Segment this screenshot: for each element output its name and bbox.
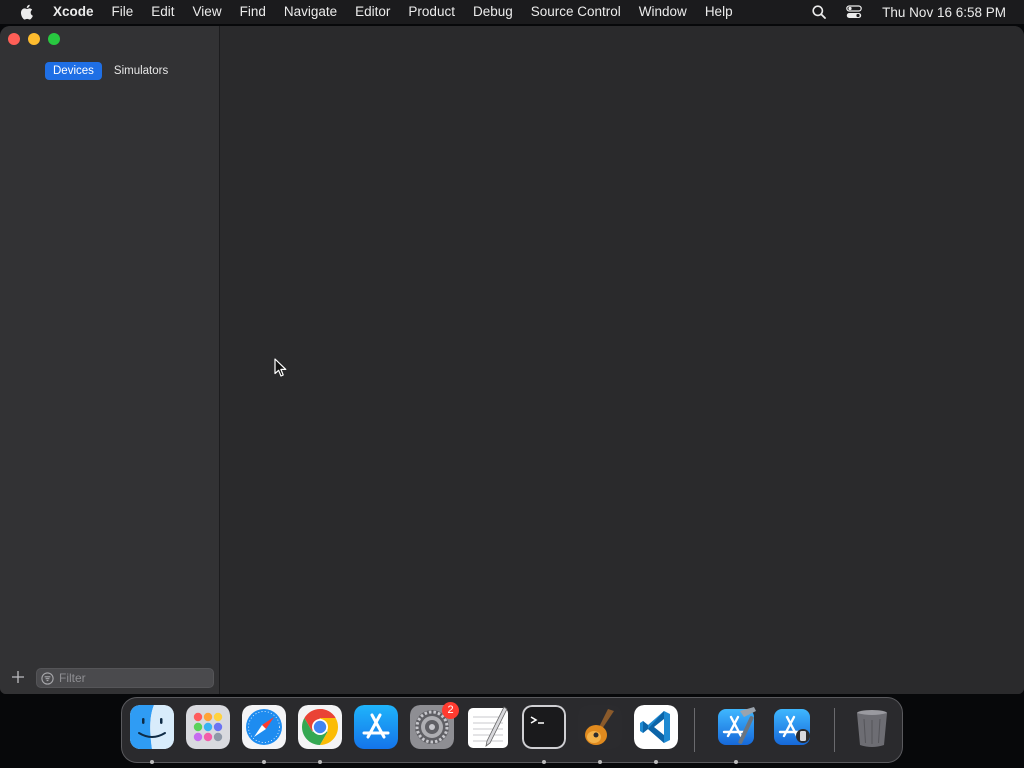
dock-item-terminal[interactable] [522,705,566,764]
dock-item-textedit[interactable] [466,705,510,753]
sidebar-footer [0,666,219,690]
dock-item-simulator[interactable] [770,705,814,753]
menu-navigate[interactable]: Navigate [275,0,346,24]
simulator-icon [770,705,814,749]
window-controls [8,33,60,45]
control-center-icon[interactable] [846,5,862,19]
zoom-button[interactable] [48,33,60,45]
menu-debug[interactable]: Debug [464,0,522,24]
dock-item-app-store[interactable] [354,705,398,753]
minimize-button[interactable] [28,33,40,45]
finder-icon [130,705,174,749]
terminal-icon [522,705,566,749]
dock: 2 [121,697,903,764]
filter-input[interactable] [59,671,209,685]
menu-product[interactable]: Product [399,0,464,24]
textedit-icon [466,705,510,749]
running-indicator [542,760,546,764]
running-indicator [654,760,658,764]
filter-icon [41,671,54,685]
dock-item-trash[interactable] [850,705,894,753]
detail-pane [220,26,1024,694]
menu-find[interactable]: Find [231,0,275,24]
xcode-icon [714,705,758,749]
dock-item-finder[interactable] [130,705,174,764]
dock-item-system-settings[interactable]: 2 [410,702,459,753]
notification-badge: 2 [442,702,459,719]
mouse-pointer-icon [274,358,288,378]
launchpad-icon [186,705,230,749]
menu-window[interactable]: Window [630,0,696,24]
dock-item-vscode[interactable] [634,705,678,764]
dock-item-garageband[interactable] [578,705,622,764]
filter-field[interactable] [36,668,214,688]
apple-logo-icon[interactable] [19,4,35,20]
trash-icon [850,705,894,749]
menu-editor[interactable]: Editor [346,0,399,24]
menu-edit[interactable]: Edit [142,0,183,24]
tab-simulators[interactable]: Simulators [106,62,176,80]
running-indicator [150,760,154,764]
menu-source-control[interactable]: Source Control [522,0,630,24]
menu-bar: Xcode File Edit View Find Navigate Edito… [0,0,1024,24]
safari-icon [242,705,286,749]
running-indicator [318,760,322,764]
dock-item-xcode[interactable] [714,705,758,764]
running-indicator [262,760,266,764]
running-indicator [734,760,738,764]
sidebar: Devices Simulators [0,26,220,694]
vscode-icon [634,705,678,749]
plus-icon[interactable] [10,669,26,685]
menu-help[interactable]: Help [696,0,742,24]
dock-separator [834,708,835,752]
menu-view[interactable]: View [184,0,231,24]
chrome-icon [298,705,342,749]
running-indicator [598,760,602,764]
menu-bar-clock[interactable]: Thu Nov 16 6:58 PM [882,5,1006,20]
dock-item-launchpad[interactable] [186,705,230,753]
desktop: Xcode File Edit View Find Navigate Edito… [0,0,1024,768]
dock-separator [694,708,695,752]
dock-item-chrome[interactable] [298,705,342,764]
menu-file[interactable]: File [103,0,143,24]
tab-devices[interactable]: Devices [45,62,102,80]
devices-window: Devices Simulators [0,26,1024,694]
search-icon[interactable] [812,5,827,19]
close-button[interactable] [8,33,20,45]
menu-app-name[interactable]: Xcode [53,0,103,24]
dock-item-safari[interactable] [242,705,286,764]
devices-simulators-segmented-control: Devices Simulators [45,62,176,80]
garageband-icon [578,705,622,749]
menu-bar-status: Thu Nov 16 6:58 PM [812,0,1006,24]
app-store-icon [354,705,398,749]
